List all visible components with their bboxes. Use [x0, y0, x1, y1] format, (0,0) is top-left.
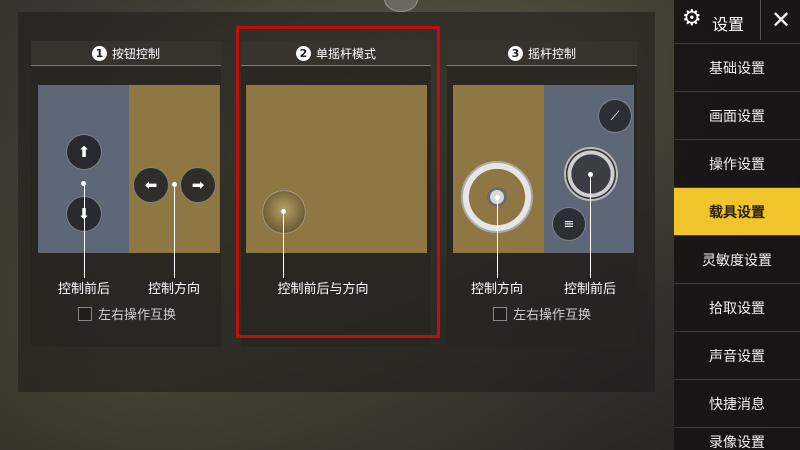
label-direction: 控制方向 [470, 282, 524, 297]
swap-checkbox[interactable] [493, 306, 507, 321]
label-direction: 控制方向 [147, 282, 201, 297]
sidebar-item-basic[interactable]: 基础设置 [674, 43, 800, 91]
preview-pane-left [453, 85, 544, 253]
swap-checkbox[interactable] [78, 306, 92, 321]
swap-option[interactable]: 左右操作互换 [78, 304, 176, 323]
settings-sidebar: ⚙ 设置 ✕ 基础设置 画面设置 操作设置 载具设置 灵敏度设置 拾取设置 声音… [674, 0, 800, 450]
panel-title: 摇杆控制 [527, 46, 576, 61]
sidebar-item-label: 录像设置 [709, 435, 765, 450]
arrow-right-icon: ➡ [180, 167, 216, 203]
panel-header: 1 按钮控制 [31, 41, 221, 66]
close-icon: ✕ [770, 6, 792, 34]
panel-title: 按钮控制 [111, 46, 160, 61]
sidebar-item-label: 基础设置 [709, 60, 765, 77]
sidebar-item-vehicle[interactable]: 载具设置 [674, 187, 800, 235]
swap-option[interactable]: 左右操作互换 [493, 304, 591, 323]
label-forward-back: 控制前后 [57, 282, 111, 297]
arrow-up-icon: ⬆ [66, 134, 102, 170]
sidebar-item-pickup[interactable]: 拾取设置 [674, 283, 800, 331]
panel-button-control[interactable]: 1 按钮控制 ⬆ ⬇ ⬅ ➡ 控制前后 控制方向 左右操作互换 [31, 41, 221, 347]
label-forward-back: 控制前后 [563, 282, 617, 297]
sidebar-item-replay[interactable]: 录像设置 [674, 427, 800, 450]
pointer-line [174, 183, 175, 278]
close-button[interactable]: ✕ [760, 0, 800, 40]
panel-number: 1 [91, 45, 107, 61]
arrow-left-icon: ⬅ [133, 167, 169, 203]
sidebar-item-label: 快捷消息 [709, 396, 765, 413]
sidebar-item-graphics[interactable]: 画面设置 [674, 91, 800, 139]
sidebar-header: ⚙ 设置 ✕ [674, 0, 800, 40]
pointer-line [497, 197, 498, 278]
sidebar-item-label: 载具设置 [709, 204, 765, 221]
sidebar-item-sensitivity[interactable]: 灵敏度设置 [674, 235, 800, 283]
handbrake-icon: ⟋ [598, 99, 632, 133]
gear-icon: ⚙ [682, 6, 702, 31]
sidebar-item-label: 画面设置 [709, 108, 765, 125]
sidebar-item-controls[interactable]: 操作设置 [674, 139, 800, 187]
swap-label: 左右操作互换 [98, 308, 177, 323]
preview-pane-right: ⟋ ≡ [544, 85, 634, 253]
pointer-line [84, 183, 85, 278]
horn-icon: ≡ [552, 207, 586, 241]
panel-number: 3 [507, 45, 523, 61]
sidebar-item-label: 操作设置 [709, 156, 765, 173]
sidebar-item-label: 拾取设置 [709, 300, 765, 317]
sidebar-item-label: 声音设置 [709, 348, 765, 365]
selected-mode-highlight [236, 26, 440, 338]
pointer-line [590, 174, 591, 278]
panel-joystick-control[interactable]: 3 摇杆控制 ⟋ ≡ 控制方向 控制前后 左右操作互换 [447, 41, 637, 347]
sidebar-item-sound[interactable]: 声音设置 [674, 331, 800, 379]
panel-header: 3 摇杆控制 [447, 41, 637, 66]
page-title: 设置 [712, 15, 745, 34]
sidebar-item-quick-messages[interactable]: 快捷消息 [674, 379, 800, 427]
sidebar-item-label: 灵敏度设置 [702, 252, 772, 269]
swap-label: 左右操作互换 [513, 308, 592, 323]
